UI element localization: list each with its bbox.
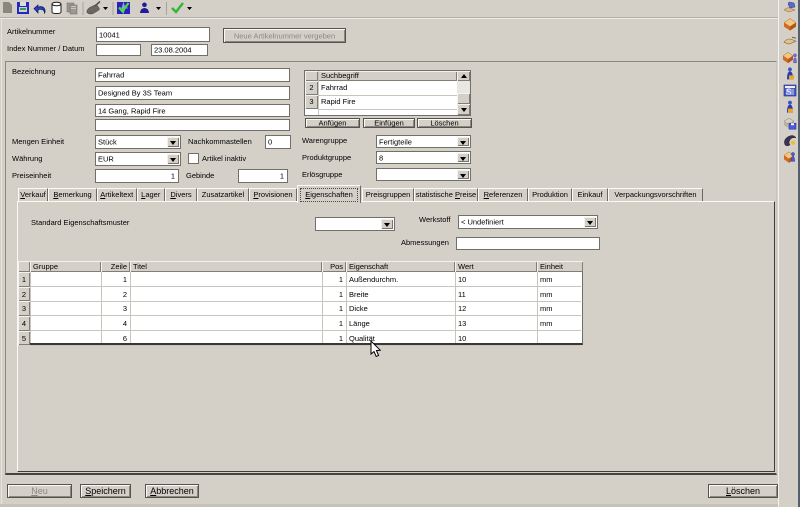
svg-text:S: S — [786, 88, 791, 97]
